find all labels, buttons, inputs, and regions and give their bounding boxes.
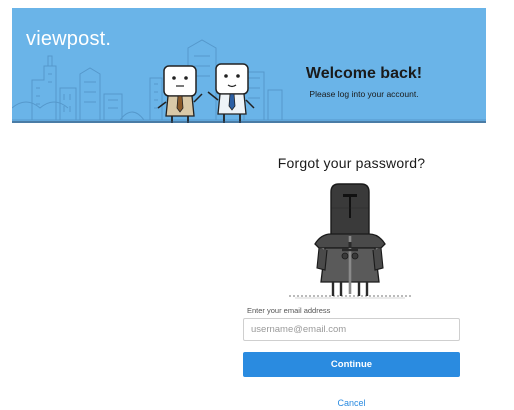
left-businessman-illustration [157,65,203,123]
right-businessman-illustration [207,63,255,123]
header-banner: viewpost. Welcome back! Please log into … [12,8,486,123]
welcome-title: Welcome back! [305,65,423,82]
forgot-password-title: Forgot your password? [277,155,426,171]
email-field-label: Enter your email address [247,306,331,315]
welcome-subtitle: Please log into your account. [309,89,419,99]
email-input[interactable] [243,318,460,341]
banner-divider [12,121,486,123]
viewpost-logo: viewpost. [26,28,111,51]
continue-button[interactable]: Continue [243,352,460,377]
cancel-link[interactable]: Cancel [243,398,460,408]
logo-text: viewpost [26,28,106,50]
logo-dot: . [105,28,112,50]
knight-illustration [289,183,411,299]
forgot-password-page: viewpost. Welcome back! Please log into … [0,0,514,410]
